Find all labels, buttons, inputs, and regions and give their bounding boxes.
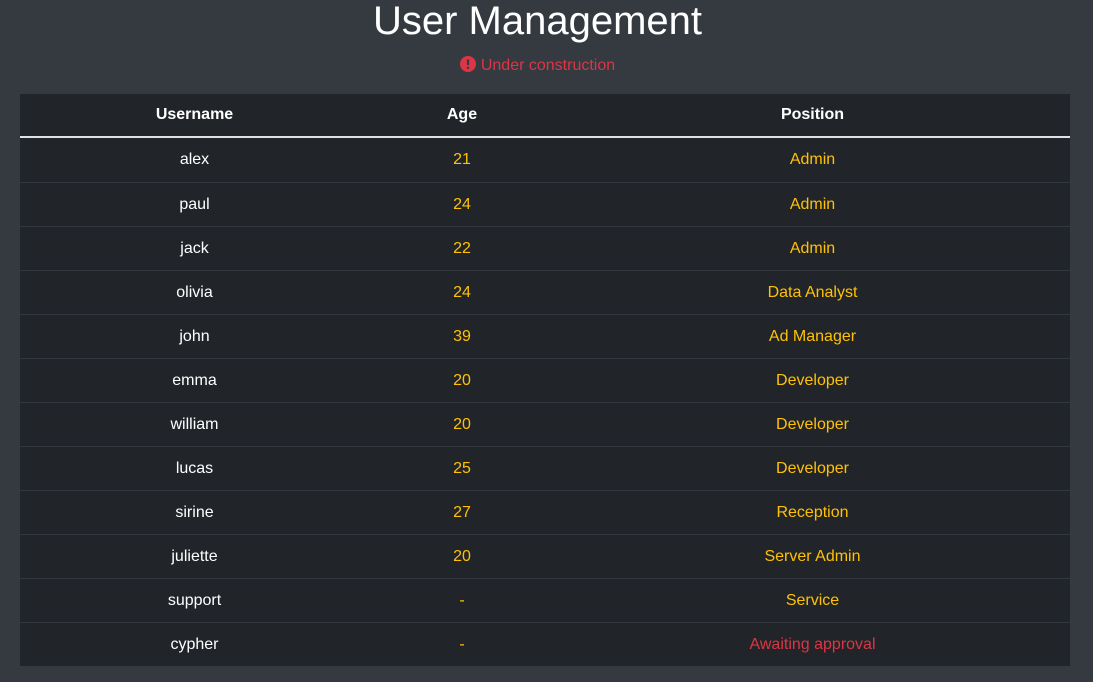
cell-age: 39 <box>369 314 555 359</box>
cell-position: Admin <box>555 226 1070 271</box>
cell-position: Admin <box>789 151 836 168</box>
column-header-position: Position <box>555 94 1070 138</box>
cell-position: Service <box>555 578 1070 623</box>
column-header-username: Username <box>20 94 369 138</box>
cell-age: - <box>369 622 555 666</box>
exclamation-circle-icon <box>459 56 476 72</box>
users-table-body: alex 21 Admin paul 24 Admin jack 22 Admin olivia 2… <box>20 137 1070 666</box>
cell-age: 20 <box>369 358 555 403</box>
cell-position: Server Admin <box>555 534 1070 579</box>
cell-username: olivia <box>20 270 369 315</box>
user-management-page: User Management Under construction Usern… <box>0 0 1093 682</box>
cell-username: john <box>20 314 369 359</box>
cell-username: juliette <box>20 534 369 579</box>
users-table: Username Age Position alex 21 Admin paul 24 A… <box>20 94 1070 666</box>
cell-age: 24 <box>369 182 555 227</box>
cell-username: william <box>20 402 369 447</box>
cell-position: Data Analyst <box>555 270 1070 315</box>
status-text: Under construction <box>480 57 616 74</box>
table-row: paul 24 Admin <box>20 182 1070 227</box>
cell-username: cypher <box>20 622 369 666</box>
table-row: support - Service <box>20 578 1070 623</box>
cell-position: Ad Manager <box>555 314 1070 359</box>
table-row: jack 22 Admin <box>20 226 1070 271</box>
table-header-row: Username Age Position <box>20 94 1070 138</box>
table-row: sirine 27 Reception <box>20 490 1070 535</box>
table-row: juliette 20 Server Admin <box>20 534 1070 579</box>
cell-age: 27 <box>369 490 555 535</box>
table-row: alex 21 Admin <box>20 137 1070 183</box>
table-row: william 20 Developer <box>20 402 1070 447</box>
table-row: emma 20 Developer <box>20 358 1070 403</box>
cell-position: Developer <box>555 446 1070 491</box>
cell-position: Developer <box>555 402 1070 447</box>
cell-position: Awaiting approval <box>555 622 1070 666</box>
cell-username: alex <box>179 151 210 168</box>
cell-username: emma <box>20 358 369 403</box>
cell-position: Developer <box>555 358 1070 403</box>
cell-username: sirine <box>20 490 369 535</box>
cell-age: 25 <box>369 446 555 491</box>
cell-age: 20 <box>369 402 555 447</box>
cell-username: support <box>20 578 369 623</box>
status-notice: Under construction <box>0 56 1075 75</box>
cell-age: - <box>369 578 555 623</box>
users-table-container: Username Age Position alex 21 Admin paul 24 A… <box>20 94 1070 666</box>
cell-username: jack <box>20 226 369 271</box>
table-row: olivia 24 Data Analyst <box>20 270 1070 315</box>
cell-position: Reception <box>555 490 1070 535</box>
table-row: john 39 Ad Manager <box>20 314 1070 359</box>
table-row: lucas 25 Developer <box>20 446 1070 491</box>
cell-position: Admin <box>555 182 1070 227</box>
page-title: User Management <box>372 0 703 43</box>
table-row: cypher - Awaiting approval <box>20 622 1070 666</box>
cell-username: paul <box>20 182 369 227</box>
cell-age: 20 <box>369 534 555 579</box>
cell-username: lucas <box>20 446 369 491</box>
column-header-age: Age <box>369 94 555 138</box>
cell-age: 22 <box>369 226 555 271</box>
cell-age: 21 <box>453 151 471 168</box>
cell-age: 24 <box>369 270 555 315</box>
